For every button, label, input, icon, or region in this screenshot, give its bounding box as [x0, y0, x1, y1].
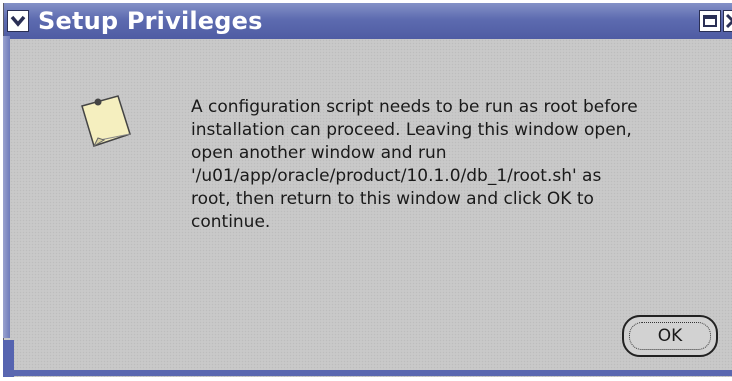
close-icon: [725, 13, 732, 29]
maximize-button[interactable]: [699, 10, 721, 32]
window-left-border: [3, 36, 10, 338]
title-bar[interactable]: Setup Privileges: [4, 3, 732, 39]
dialog-message: A configuration script needs to be run a…: [191, 97, 638, 232]
note-icon: [70, 88, 140, 162]
ok-button-label: OK: [657, 326, 683, 346]
ok-button[interactable]: OK: [622, 315, 718, 357]
chevron-down-icon: [10, 15, 26, 27]
window-menu-button[interactable]: [7, 10, 29, 32]
maximize-icon: [703, 15, 717, 27]
window-title: Setup Privileges: [38, 7, 263, 35]
window-bottom-border: [3, 370, 732, 376]
close-button[interactable]: [723, 10, 732, 32]
